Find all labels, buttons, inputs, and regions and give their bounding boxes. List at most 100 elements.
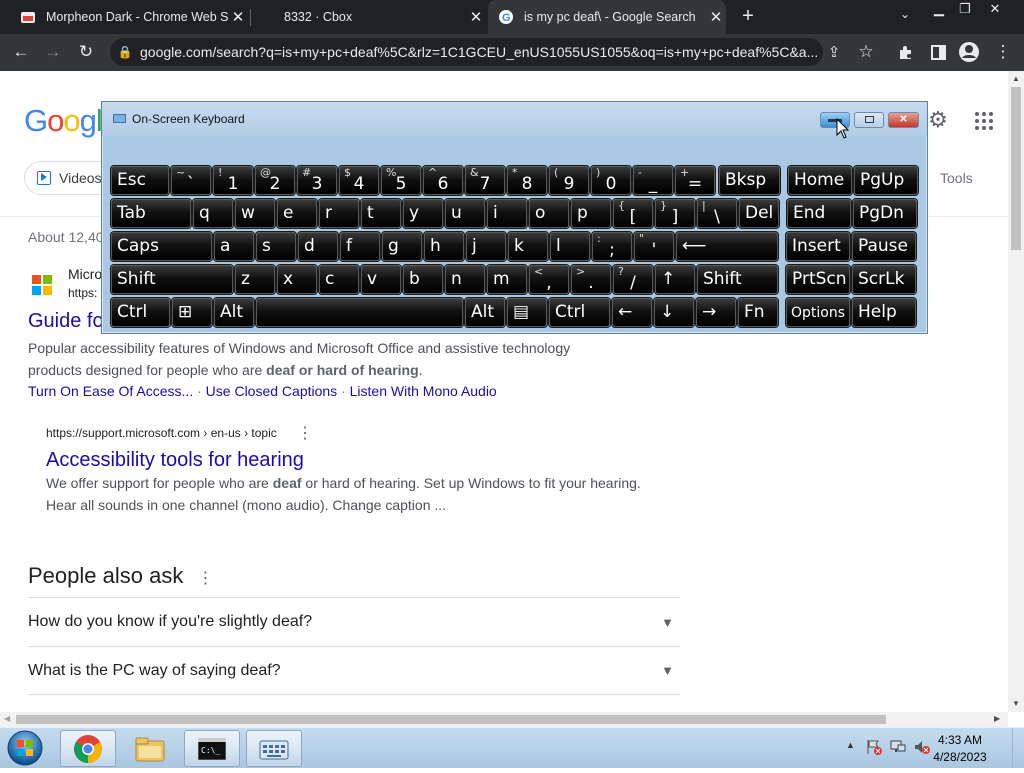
- kebab-menu-icon[interactable]: ⋮: [990, 39, 1016, 65]
- osk-key-alt[interactable]: Alt: [465, 298, 505, 327]
- osk-key-symbol[interactable]: :;: [592, 232, 632, 261]
- sitelink-closed-captions[interactable]: Use Closed Captions: [206, 383, 338, 399]
- osk-key-m[interactable]: m: [487, 265, 527, 294]
- osk-key-scrlk[interactable]: ScrLk: [852, 265, 916, 294]
- osk-key-v[interactable]: v: [361, 265, 401, 294]
- osk-key-x[interactable]: x: [277, 265, 317, 294]
- osk-key-y[interactable]: y: [403, 199, 443, 228]
- osk-key-shift[interactable]: Shift: [697, 265, 778, 294]
- settings-gear-icon[interactable]: ⚙: [926, 109, 950, 133]
- osk-key-symbol[interactable]: ↓: [654, 298, 694, 327]
- profile-avatar-icon[interactable]: [956, 39, 982, 65]
- system-clock[interactable]: 4:33 AM 4/28/2023: [930, 732, 990, 766]
- action-center-flag-icon[interactable]: [866, 739, 882, 755]
- osk-key-z[interactable]: z: [235, 265, 275, 294]
- osk-key-symbol[interactable]: ? /: [613, 265, 653, 294]
- sitelink-mono-audio[interactable]: Listen With Mono Audio: [350, 383, 497, 399]
- close-tab-icon[interactable]: ✕: [706, 8, 726, 26]
- osk-key-pause[interactable]: Pause: [852, 232, 916, 261]
- osk-key-n[interactable]: n: [445, 265, 485, 294]
- osk-key-insert[interactable]: Insert: [786, 232, 850, 261]
- taskbar-explorer-button[interactable]: [122, 730, 178, 767]
- osk-key-space[interactable]: [256, 298, 463, 327]
- paa-question[interactable]: What is the PC way of saying deaf? ▼: [28, 646, 680, 695]
- new-tab-button[interactable]: +: [736, 5, 760, 29]
- osk-key-symbol[interactable]: ⊞: [172, 298, 212, 327]
- tools-button[interactable]: Tools: [940, 170, 973, 186]
- osk-key-4[interactable]: $4: [339, 166, 379, 195]
- extensions-puzzle-icon[interactable]: [893, 39, 919, 65]
- osk-key-a[interactable]: a: [214, 232, 254, 261]
- result-more-options-icon[interactable]: ⋮: [297, 423, 313, 443]
- osk-key-c[interactable]: c: [319, 265, 359, 294]
- address-bar[interactable]: 🔒 google.com/search?q=is+my+pc+deaf%5C&r…: [110, 38, 823, 66]
- osk-key-symbol[interactable]: ⟵: [676, 232, 778, 261]
- result-title[interactable]: Accessibility tools for hearing: [46, 449, 304, 472]
- osk-key-tab[interactable]: Tab: [111, 199, 191, 228]
- scroll-down-arrow-icon[interactable]: ▼: [1012, 699, 1020, 708]
- close-tab-icon[interactable]: ✕: [228, 8, 248, 26]
- taskbar-osk-button[interactable]: [246, 730, 302, 767]
- osk-key-2[interactable]: @2: [255, 166, 295, 195]
- show-hidden-icons-icon[interactable]: ▲: [846, 740, 855, 750]
- osk-key-w[interactable]: w: [235, 199, 275, 228]
- osk-key-shift[interactable]: Shift: [111, 265, 233, 294]
- osk-key-q[interactable]: q: [193, 199, 233, 228]
- osk-key-7[interactable]: & 7: [465, 166, 505, 195]
- volume-muted-icon[interactable]: [914, 739, 930, 755]
- osk-key-esc[interactable]: Esc: [111, 166, 169, 195]
- osk-key-o[interactable]: o: [529, 199, 569, 228]
- osk-key-3[interactable]: #3: [297, 166, 337, 195]
- osk-key-del[interactable]: Del: [739, 199, 779, 228]
- tab-cbox[interactable]: 8332 · Cbox ✕: [252, 0, 486, 34]
- tab-morpheon[interactable]: Morpheon Dark - Chrome Web S ✕: [8, 0, 248, 34]
- osk-key-s[interactable]: s: [256, 232, 296, 261]
- result-title[interactable]: Guide fo: [28, 310, 104, 333]
- osk-key-8[interactable]: * 8: [507, 166, 547, 195]
- osk-key-u[interactable]: u: [445, 199, 485, 228]
- close-window-icon[interactable]: ✕: [980, 0, 1010, 20]
- osk-key-symbol[interactable]: ←: [612, 298, 652, 327]
- osk-key-home[interactable]: Home: [788, 166, 852, 195]
- osk-key-ctrl[interactable]: Ctrl: [549, 298, 610, 327]
- paa-question[interactable]: How do you know if you're slightly deaf?…: [28, 597, 680, 646]
- osk-key-symbol[interactable]: ↑: [655, 265, 695, 294]
- sitelink-ease-of-access[interactable]: Turn On Ease Of Access...: [28, 383, 193, 399]
- network-icon[interactable]: [890, 739, 906, 755]
- osk-key-symbol[interactable]: →: [696, 298, 736, 327]
- osk-key-end[interactable]: End: [787, 199, 851, 228]
- close-tab-icon[interactable]: ✕: [466, 8, 486, 26]
- osk-key-p[interactable]: p: [571, 199, 611, 228]
- osk-key-g[interactable]: g: [382, 232, 422, 261]
- osk-key-f[interactable]: f: [340, 232, 380, 261]
- osk-key-symbol[interactable]: + =: [675, 166, 715, 195]
- tab-search-icon[interactable]: ⌄: [894, 7, 916, 27]
- osk-key-e[interactable]: e: [277, 199, 317, 228]
- restore-window-icon[interactable]: ❐: [950, 0, 980, 20]
- osk-key-l[interactable]: l: [550, 232, 590, 261]
- osk-key-symbol[interactable]: ▤: [507, 298, 547, 327]
- osk-key-bksp[interactable]: Bksp: [719, 166, 780, 195]
- osk-key-0[interactable]: ) 0: [591, 166, 631, 195]
- osk-key-d[interactable]: d: [298, 232, 338, 261]
- bookmark-star-icon[interactable]: ☆: [853, 39, 879, 65]
- osk-key-r[interactable]: r: [319, 199, 359, 228]
- show-desktop-button[interactable]: [1012, 728, 1024, 768]
- back-arrow-icon[interactable]: ←: [8, 39, 34, 65]
- osk-key-5[interactable]: % 5: [381, 166, 421, 195]
- tab-google-search[interactable]: G is my pc deaf\ - Google Search ✕: [488, 0, 726, 34]
- osk-key-pgup[interactable]: PgUp: [854, 166, 918, 195]
- osk-key-symbol[interactable]: >.: [571, 265, 611, 294]
- osk-key-prtscn[interactable]: PrtScn: [786, 265, 850, 294]
- osk-key-ctrl[interactable]: Ctrl: [111, 298, 170, 327]
- osk-key-caps[interactable]: Caps: [111, 232, 212, 261]
- osk-key-1[interactable]: ! 1: [213, 166, 253, 195]
- osk-key-b[interactable]: b: [403, 265, 443, 294]
- osk-key-symbol[interactable]: }]: [655, 199, 695, 228]
- osk-key-fn[interactable]: Fn: [738, 298, 778, 327]
- taskbar-cmd-button[interactable]: C:\_: [184, 730, 240, 767]
- osk-key-symbol[interactable]: | \: [697, 199, 737, 228]
- on-screen-keyboard-window[interactable]: On-Screen Keyboard ✕ Esc ~ `! 1 @2 #3 $4% 5 ^ 6 & 7…: [101, 101, 928, 334]
- osk-key-symbol[interactable]: " ': [634, 232, 674, 261]
- osk-key-options[interactable]: Options: [786, 298, 850, 327]
